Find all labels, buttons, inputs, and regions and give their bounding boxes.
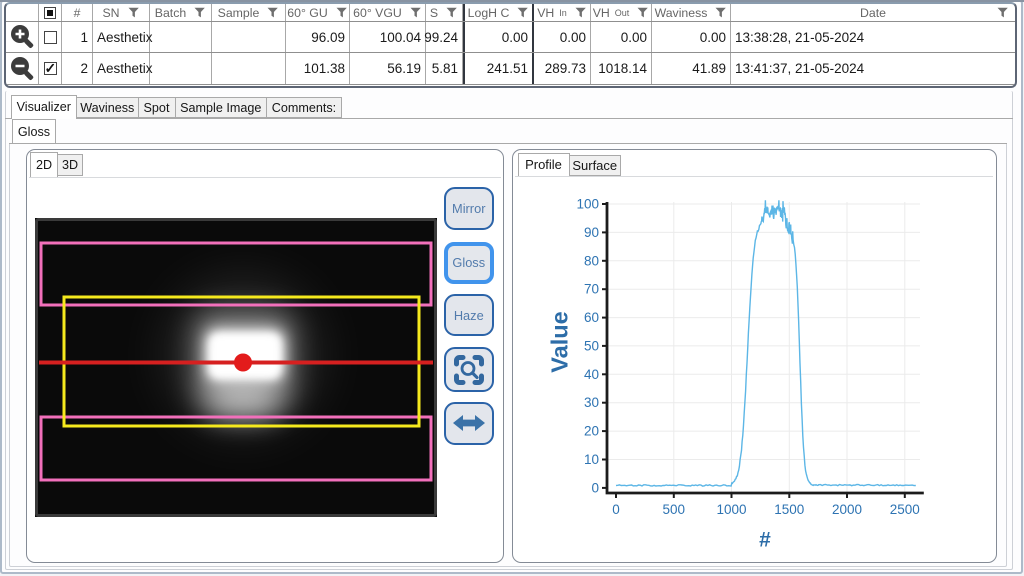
svg-text:60: 60: [584, 310, 599, 325]
svg-text:20: 20: [584, 424, 599, 439]
svg-text:2500: 2500: [890, 502, 920, 517]
svg-text:1500: 1500: [774, 502, 804, 517]
svg-text:0: 0: [612, 502, 620, 517]
svg-text:100: 100: [576, 197, 599, 212]
svg-text:Value: Value: [547, 311, 573, 372]
svg-text:80: 80: [584, 253, 599, 268]
svg-text:1000: 1000: [716, 502, 746, 517]
svg-text:70: 70: [584, 282, 599, 297]
svg-text:#: #: [759, 529, 771, 551]
svg-text:500: 500: [663, 502, 686, 517]
svg-text:10: 10: [584, 452, 599, 467]
svg-text:30: 30: [584, 395, 599, 410]
svg-text:90: 90: [584, 225, 599, 240]
svg-text:40: 40: [584, 367, 599, 382]
svg-text:0: 0: [591, 480, 599, 495]
svg-text:50: 50: [584, 338, 599, 353]
svg-text:2000: 2000: [832, 502, 862, 517]
